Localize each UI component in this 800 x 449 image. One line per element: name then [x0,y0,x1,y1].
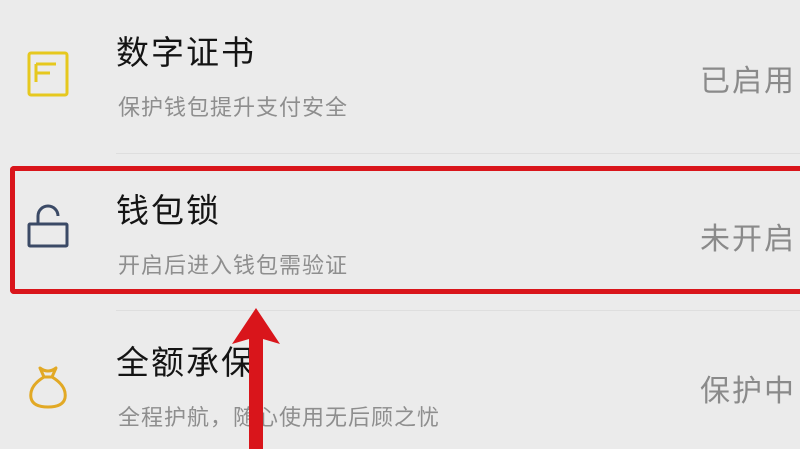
row-subtitle: 全程护航，随心使用无后顾之忧 [118,406,441,431]
list-item-digital-certificate[interactable]: 数字证书 保护钱包提升支付安全 已启用 [0,0,800,150]
wallet-security-list: 数字证书 保护钱包提升支付安全 已启用 钱包锁 开启后进入钱包需验证 未开启 全… [0,0,800,449]
row-title: 数字证书 [116,33,256,72]
status-label: 未开启 [700,222,796,257]
row-subtitle: 开启后进入钱包需验证 [118,254,349,279]
row-title: 全额承保 [116,343,256,382]
lock-icon [24,202,72,250]
certificate-icon [24,50,72,98]
money-bag-icon [24,362,72,410]
divider [116,153,800,154]
row-subtitle: 保护钱包提升支付安全 [118,96,349,121]
list-item-wallet-lock[interactable]: 钱包锁 开启后进入钱包需验证 未开启 [0,160,800,310]
row-title: 钱包锁 [116,191,221,230]
divider [116,310,800,311]
status-label: 已启用 [700,64,796,99]
status-label: 保护中 [700,374,796,409]
list-item-full-coverage[interactable]: 全额承保 全程护航，随心使用无后顾之忧 保护中 [0,316,800,449]
